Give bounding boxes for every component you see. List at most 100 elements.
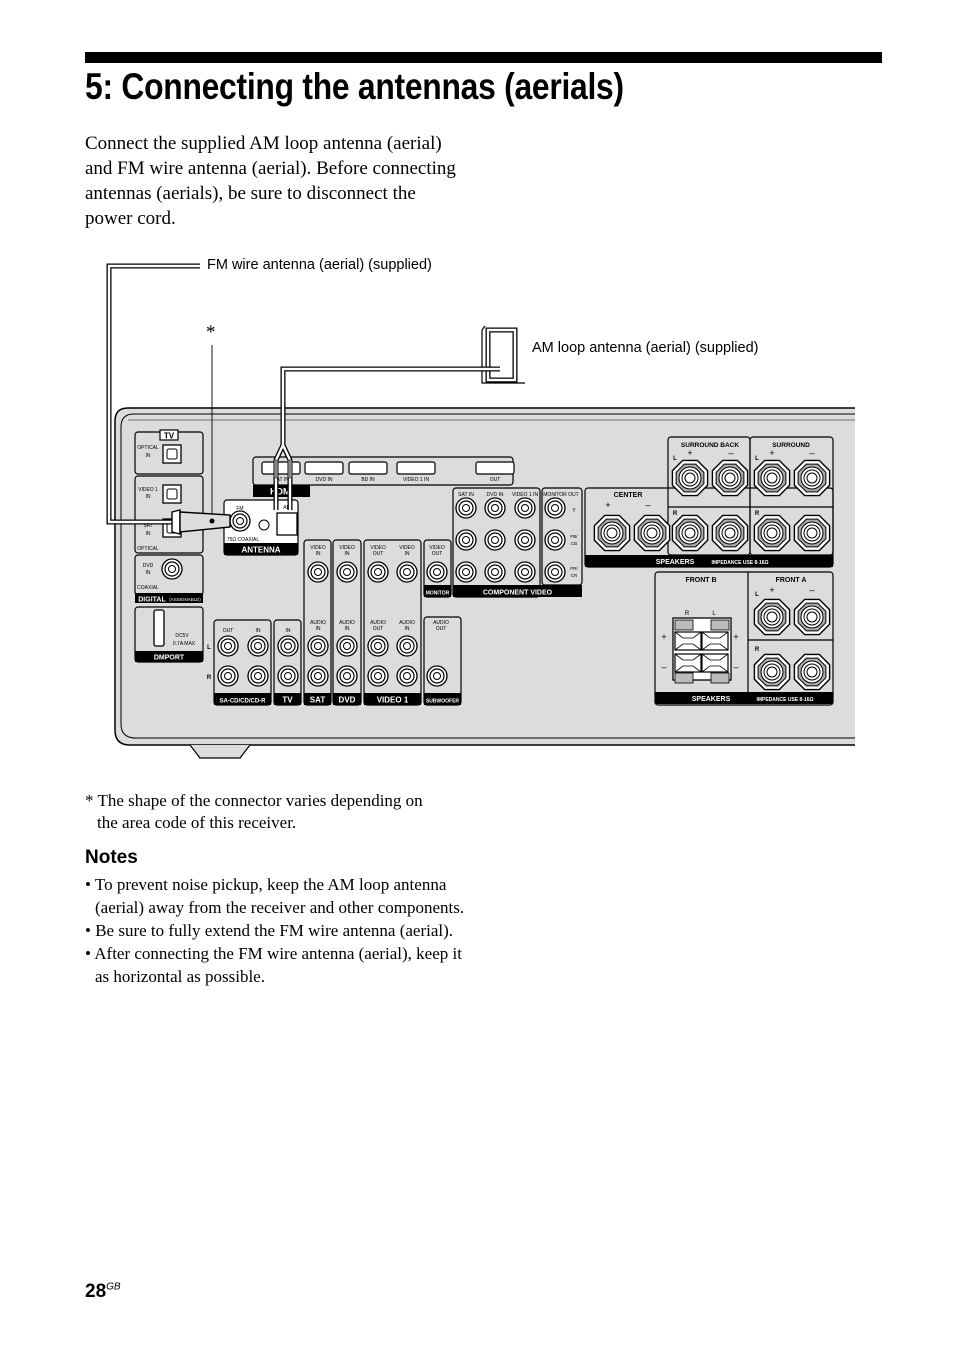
component-video-jack[interactable] [514, 497, 536, 519]
speaker-binding-post[interactable] [753, 514, 791, 552]
rca-jack[interactable] [247, 665, 269, 687]
panel-label: DVD IN [316, 477, 333, 483]
panel-label: + [769, 585, 774, 595]
monitor-label: MONITOR [426, 591, 450, 597]
notes-list: • To prevent noise pickup, keep the AM l… [85, 873, 465, 988]
panel-label: IN [146, 570, 151, 576]
panel-label: OUT [373, 551, 384, 557]
component-video-jack[interactable] [514, 561, 536, 583]
rca-jack[interactable] [277, 665, 299, 687]
tv-optical-in-jack[interactable] [162, 444, 182, 464]
panel-label: – [728, 448, 733, 458]
hdmi-port-jack[interactable] [304, 461, 344, 475]
monitor-out-jack[interactable] [544, 529, 566, 551]
panel-label: DVD IN [487, 492, 504, 498]
fm-antenna-jack[interactable] [229, 510, 251, 532]
monitor-out-jack[interactable] [544, 497, 566, 519]
panel-label: IN [146, 531, 151, 537]
component-video-jack[interactable] [455, 529, 477, 551]
speaker-binding-post[interactable] [753, 653, 791, 691]
panel-label: BD IN [361, 477, 375, 483]
rca-jack[interactable] [336, 635, 358, 657]
speaker-binding-post[interactable] [793, 459, 831, 497]
rca-jack[interactable] [336, 665, 358, 687]
speaker-binding-post[interactable] [753, 459, 791, 497]
speaker-binding-post[interactable] [633, 514, 671, 552]
video-jack[interactable] [426, 561, 448, 583]
dmport-jack[interactable] [153, 609, 165, 647]
speaker-binding-post[interactable] [711, 514, 749, 552]
panel-label: IN [146, 453, 151, 459]
footnote-line: * The shape of the connector varies depe… [85, 791, 423, 810]
rca-jack[interactable] [396, 665, 418, 687]
ground-terminal-icon [258, 519, 270, 531]
rca-jack[interactable] [247, 635, 269, 657]
panel-label: PR/ [570, 566, 578, 571]
hdmi-port-jack[interactable] [348, 461, 388, 475]
panel-label: SAT IN [458, 492, 474, 498]
page-number: 28GB [85, 1281, 121, 1303]
panel-label: SPEAKERS [692, 696, 731, 703]
speaker-binding-post[interactable] [753, 598, 791, 636]
video-jack[interactable] [336, 561, 358, 583]
component-video-jack[interactable] [484, 497, 506, 519]
rca-jack[interactable] [396, 635, 418, 657]
monitor-out-jack[interactable] [544, 561, 566, 583]
note-item: • Be sure to fully extend the FM wire an… [85, 921, 454, 940]
am-antenna-terminal[interactable] [276, 512, 298, 536]
hdmi-port-jack[interactable] [475, 461, 515, 475]
panel-label: IN [146, 494, 151, 500]
panel-label: OUT [436, 626, 447, 632]
video-jack[interactable] [307, 561, 329, 583]
dvd-coaxial-in-jack[interactable] [161, 558, 183, 580]
dmport-label: DMPORT [154, 655, 185, 662]
component-video-jack[interactable] [455, 561, 477, 583]
panel-label: VIDEO 1 IN [512, 492, 539, 498]
component-video-jack[interactable] [484, 529, 506, 551]
subwoofer-out-jack[interactable] [426, 665, 448, 687]
front-b-spring-terminals[interactable] [672, 617, 732, 684]
fm-antenna-label: FM wire antenna (aerial) (supplied) [207, 257, 432, 273]
panel-label: 0.7A MAX [173, 641, 196, 647]
panel-label: DIGITAL [138, 597, 166, 604]
hdmi-port-jack[interactable] [261, 461, 301, 475]
asterisk-marker: * [206, 322, 216, 343]
component-video-label: COMPONENT VIDEO [483, 590, 553, 597]
panel-label: + [687, 448, 692, 458]
speaker-binding-post[interactable] [793, 598, 831, 636]
component-video-jack[interactable] [455, 497, 477, 519]
panel-label: FRONT A [776, 577, 807, 584]
panel-label: SPEAKERS [656, 559, 695, 566]
panel-label: DVD [143, 563, 154, 569]
panel-label: TV [164, 432, 175, 441]
video1-optical-in-jack[interactable] [162, 484, 182, 504]
rca-jack[interactable] [367, 635, 389, 657]
sat-label: SAT [310, 696, 326, 705]
speaker-binding-post[interactable] [671, 514, 709, 552]
rca-jack[interactable] [217, 665, 239, 687]
component-video-jack[interactable] [514, 529, 536, 551]
video-jack[interactable] [367, 561, 389, 583]
panel-label: IN [316, 551, 321, 557]
speaker-binding-post[interactable] [593, 514, 631, 552]
speaker-binding-post[interactable] [793, 653, 831, 691]
component-video-jack[interactable] [484, 561, 506, 583]
dvd-label: DVD [339, 696, 356, 705]
panel-label: VIDEO 1 [138, 487, 158, 493]
speaker-binding-post[interactable] [793, 514, 831, 552]
rca-jack[interactable] [367, 665, 389, 687]
rca-jack[interactable] [277, 635, 299, 657]
panel-label: CENTER [614, 492, 643, 499]
rca-jack[interactable] [307, 635, 329, 657]
video-jack[interactable] [396, 561, 418, 583]
panel-label: IN [405, 551, 410, 557]
panel-label: DC5V [175, 633, 189, 639]
speaker-binding-post[interactable] [711, 459, 749, 497]
rca-jack[interactable] [307, 665, 329, 687]
hdmi-port-jack[interactable] [396, 461, 436, 475]
panel-label: (ASSIGNABLE) [169, 597, 201, 602]
panel-label: R [673, 511, 678, 517]
speaker-binding-post[interactable] [671, 459, 709, 497]
rca-jack[interactable] [217, 635, 239, 657]
panel-label: – [661, 662, 666, 672]
